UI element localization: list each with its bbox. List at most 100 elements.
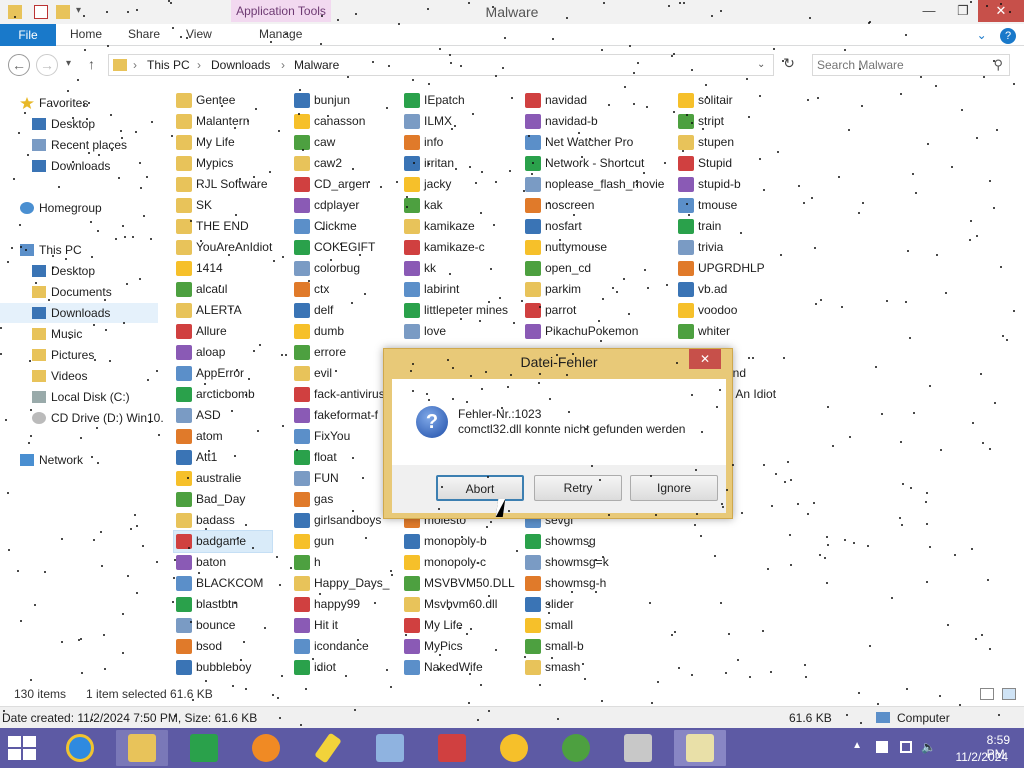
file-item[interactable]: bubbleboy [174,657,272,678]
file-item[interactable]: YouAreAnIdiot [174,237,272,258]
chevron-right-icon[interactable]: › [281,58,285,72]
file-item[interactable]: evil [292,363,389,384]
file-item[interactable]: kak [402,195,515,216]
back-button[interactable]: ← [8,54,30,76]
file-item[interactable]: gun [292,531,389,552]
taskbar-active-app[interactable] [674,730,726,766]
file-item[interactable]: h [292,552,389,573]
file-item[interactable]: Clickme [292,216,389,237]
file-item[interactable]: MSVBVM50.DLL [402,573,515,594]
nav-local-disk[interactable]: Local Disk (C:) [32,387,130,407]
search-input[interactable] [817,58,987,72]
nav-downloads[interactable]: Downloads [32,156,110,176]
file-item[interactable]: delf [292,300,389,321]
file-item[interactable]: caw [292,132,389,153]
chevron-right-icon[interactable]: › [197,58,201,72]
file-item[interactable]: FixYou [292,426,389,447]
file-item[interactable]: Allure [174,321,272,342]
file-item[interactable]: tmouse [676,195,776,216]
taskbar-sun-app[interactable] [488,730,540,766]
file-item[interactable]: RJL Software [174,174,272,195]
file-item[interactable]: Hit it [292,615,389,636]
abort-button[interactable]: Abort [436,475,524,501]
file-item[interactable]: kamikaze [402,216,515,237]
nav-documents[interactable]: Documents [32,282,112,302]
minimize-button[interactable]: — [912,0,946,22]
nav-network[interactable]: Network [20,450,83,470]
file-item[interactable]: SK [174,195,272,216]
taskbar-media-app[interactable] [364,730,416,766]
nav-favorites[interactable]: Favorites [20,93,88,113]
file-item[interactable]: MyPics [402,636,515,657]
taskbar-pencil-app[interactable] [302,730,354,766]
file-item[interactable]: smash [523,657,664,678]
up-button[interactable]: ↑ [88,56,95,72]
file-item[interactable]: idiot [292,657,389,678]
file-item[interactable]: CD_argen [292,174,389,195]
large-icons-view-icon[interactable] [1002,688,1016,700]
file-item[interactable]: Stupid [676,153,776,174]
file-item[interactable]: errore [292,342,389,363]
file-item[interactable]: ctx [292,279,389,300]
search-icon[interactable]: ⚲ [993,57,1003,73]
nav-music[interactable]: Music [32,324,82,344]
file-item[interactable]: bsod [174,636,272,657]
chevron-down-icon[interactable]: ⌄ [757,59,765,70]
file-item[interactable]: dumb [292,321,389,342]
file-item[interactable]: bounce [174,615,272,636]
file-item[interactable]: COKEGIFT [292,237,389,258]
file-item[interactable]: My Life [402,615,515,636]
file-item[interactable]: PikachuPokemon [523,321,664,342]
file-item[interactable]: baton [174,552,272,573]
nav-recent-places[interactable]: Recent places [32,135,127,155]
nav-pictures[interactable]: Pictures [32,345,94,365]
forward-button[interactable]: → [36,54,58,76]
file-item[interactable]: alcaul [174,279,272,300]
tab-view[interactable]: View [186,27,212,41]
file-item[interactable]: showmsg-h [523,573,664,594]
file-item[interactable]: AppError [174,363,272,384]
file-item[interactable]: Net Watcher Pro [523,132,664,153]
file-item[interactable]: FUN [292,468,389,489]
nav-cd-drive[interactable]: CD Drive (D:) Win10. [32,408,164,428]
file-item[interactable]: cdplayer [292,195,389,216]
file-item[interactable]: ASD [174,405,272,426]
file-item[interactable]: whiter [676,321,776,342]
file-item[interactable]: monopoly-b [402,531,515,552]
file-item[interactable]: arcticbomb [174,384,272,405]
file-item[interactable]: caw2 [292,153,389,174]
file-item[interactable]: stupid-b [676,174,776,195]
breadcrumb-downloads[interactable]: Downloads [211,58,270,72]
nav-this-pc[interactable]: This PC [20,240,82,260]
nav-pc-downloads[interactable]: Downloads [0,303,158,323]
tab-file[interactable]: File [0,24,56,46]
tab-manage[interactable]: Manage [259,27,302,41]
file-item[interactable]: UPGRDHLP [676,258,776,279]
taskbar-firewall-app[interactable] [426,730,478,766]
search-box[interactable]: ⚲ [812,54,1010,76]
file-item[interactable]: monopoly-c [402,552,515,573]
retry-button[interactable]: Retry [534,475,622,501]
recent-locations-icon[interactable]: ▾ [66,58,71,69]
file-item[interactable]: noscreen [523,195,664,216]
file-item[interactable]: colorbug [292,258,389,279]
taskbar-store[interactable] [178,730,230,766]
file-item[interactable]: blastbtn [174,594,272,615]
file-item[interactable]: bunjun [292,90,389,111]
file-item[interactable]: nosfart [523,216,664,237]
file-item[interactable]: noplease_flash_movie [523,174,664,195]
action-center-icon[interactable] [876,741,888,753]
taskbar-file-explorer[interactable] [116,730,168,766]
file-item[interactable]: small-b [523,636,664,657]
show-hidden-icons-icon[interactable]: ▲ [852,740,862,751]
file-item[interactable]: parrot [523,300,664,321]
file-item[interactable]: IEpatch [402,90,515,111]
file-item[interactable]: vb.ad [676,279,776,300]
file-item[interactable]: jacky [402,174,515,195]
file-item[interactable]: Network - Shortcut [523,153,664,174]
file-item[interactable]: Malantern [174,111,272,132]
tab-home[interactable]: Home [70,27,102,41]
maximize-button[interactable]: ❐ [946,0,980,22]
file-item[interactable]: aloap [174,342,272,363]
file-item[interactable]: small [523,615,664,636]
